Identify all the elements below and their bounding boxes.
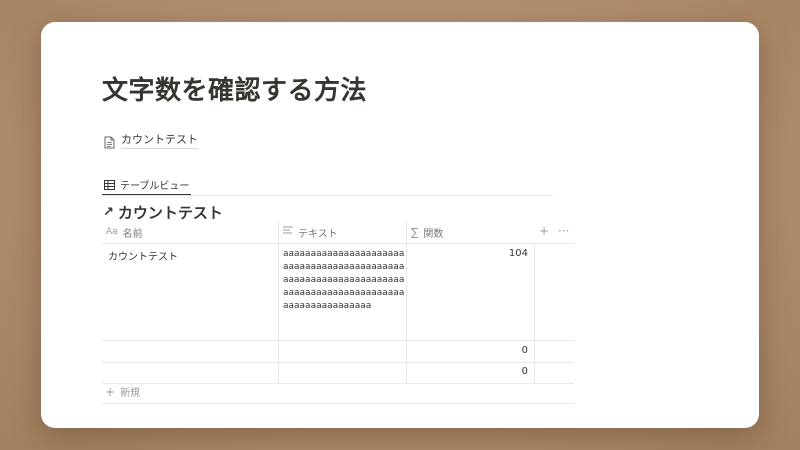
column-header-label: 関数 <box>423 228 444 240</box>
column-header-text[interactable]: テキスト <box>283 221 338 243</box>
more-options-icon[interactable]: ··· <box>558 224 569 238</box>
cell-name[interactable]: カウントテスト <box>108 248 178 263</box>
cell-formula[interactable]: 0 <box>468 345 528 356</box>
database-title-label: カウントテスト <box>117 204 223 222</box>
tab-table-view[interactable]: テーブルビュー <box>102 174 192 196</box>
database-title[interactable]: ↗ カウントテスト <box>103 202 223 223</box>
row-divider <box>102 383 574 384</box>
plus-icon: + <box>105 384 116 399</box>
column-header-formula[interactable]: ∑ 関数 <box>411 221 443 243</box>
cell-formula[interactable]: 0 <box>468 366 528 377</box>
notion-window: 文字数を確認する方法 カウントテスト テーブルビュー ↗ カウントテスト Aa … <box>41 22 759 428</box>
page-link-label: カウントテスト <box>121 131 198 149</box>
row-divider <box>102 243 574 244</box>
column-header-label: テキスト <box>298 228 338 240</box>
column-divider <box>278 221 279 383</box>
table-icon <box>104 175 115 194</box>
column-header-label: 名前 <box>122 228 143 240</box>
row-divider <box>102 362 574 363</box>
cell-formula[interactable]: 104 <box>468 248 528 259</box>
title-aa-icon: Aa <box>106 227 118 237</box>
new-row-button[interactable]: + 新規 <box>105 384 141 400</box>
add-column-icon[interactable]: + <box>539 224 549 238</box>
row-divider <box>102 403 574 404</box>
tab-divider <box>102 195 553 196</box>
new-row-label: 新規 <box>120 388 141 399</box>
tab-label: テーブルビュー <box>120 180 190 192</box>
column-divider <box>534 243 535 383</box>
row-divider <box>102 340 574 341</box>
page-title: 文字数を確認する方法 <box>102 76 368 106</box>
column-divider <box>406 221 407 383</box>
linked-arrow-icon: ↗ <box>103 205 114 220</box>
page-link-count-test[interactable]: カウントテスト <box>104 131 198 149</box>
column-header-name[interactable]: Aa 名前 <box>106 221 143 243</box>
document-icon <box>104 134 115 148</box>
text-lines-icon <box>283 226 293 238</box>
cell-text[interactable]: aaaaaaaaaaaaaaaaaaaaaaaaaaaaaaaaaaaaaaaa… <box>283 248 405 313</box>
sigma-icon: ∑ <box>411 225 419 239</box>
